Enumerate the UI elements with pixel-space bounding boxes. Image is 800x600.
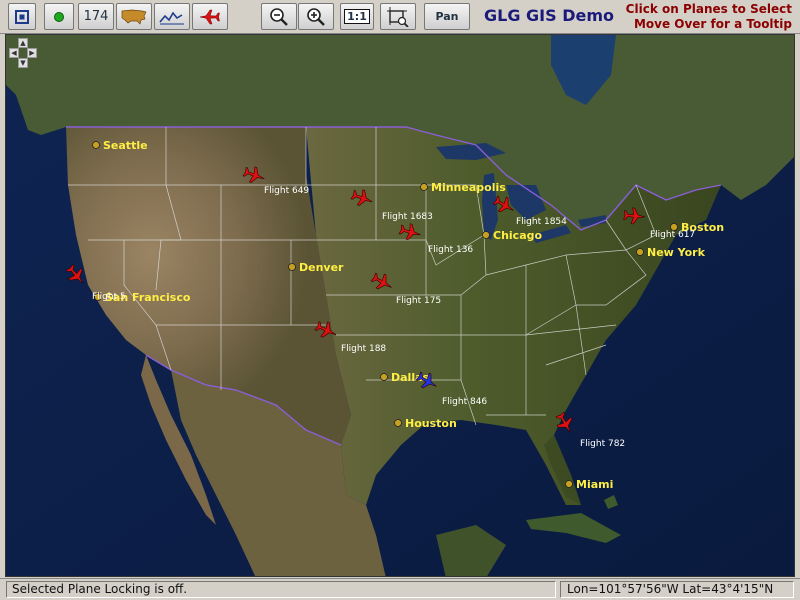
coordinate-readout: Lon=101°57'56"W Lat=43°4'15"N [560, 581, 794, 598]
hint-line-1: Click on Planes to Select [625, 2, 792, 16]
chart-icon [158, 8, 186, 26]
usa-map-icon [120, 8, 148, 26]
app-title: GLG GIS Demo [484, 6, 615, 25]
green-dot-icon [53, 11, 65, 23]
usa-map-button[interactable] [116, 3, 152, 30]
flight-label: Flight 782 [580, 439, 625, 449]
flight-label: Flight 1683 [382, 212, 433, 222]
city-dot-icon [380, 373, 388, 381]
plane-icon [198, 9, 222, 25]
frame-icon [15, 9, 29, 24]
city-dot-icon [394, 419, 402, 427]
city-label: Miami [576, 478, 613, 491]
flight-label: Flight 649 [264, 186, 309, 196]
city-dot-icon [565, 480, 573, 488]
zoom-rect-button[interactable] [380, 3, 416, 30]
zoom-in-icon [306, 7, 326, 27]
city-label: New York [647, 246, 706, 259]
pan-up-arrow[interactable]: ▲ [18, 38, 28, 48]
status-light-button[interactable] [44, 3, 74, 30]
zoom-reset-label: 1:1 [344, 9, 370, 24]
pan-button[interactable]: Pan [424, 3, 470, 30]
flight-label: Flight 617 [650, 230, 695, 240]
map-canvas[interactable]: SeattleMinneapolisChicagoBostonNew YorkD… [6, 35, 795, 577]
flight-label: Flight 1854 [516, 217, 567, 227]
pan-left-arrow[interactable]: ◀ [9, 48, 19, 58]
zoom-out-icon [269, 7, 289, 27]
frame-button[interactable] [8, 3, 36, 30]
flight-label: Flight 136 [428, 245, 473, 255]
city-dot-icon [420, 183, 428, 191]
city-label: Houston [405, 417, 457, 430]
city-label: Denver [299, 261, 344, 274]
pan-down-arrow[interactable]: ▼ [18, 58, 28, 68]
plane-button[interactable] [192, 3, 228, 30]
city-dot-icon [288, 263, 296, 271]
zoom-out-button[interactable] [261, 3, 297, 30]
city-dot-icon [92, 141, 100, 149]
status-bar: Selected Plane Locking is off. Lon=101°5… [0, 578, 800, 600]
city-label: Seattle [103, 139, 148, 152]
city-new-york: New York [636, 246, 706, 259]
city-minneapolis: Minneapolis [420, 181, 506, 194]
zoom-reset-button[interactable]: 1:1 [340, 3, 374, 30]
chart-button[interactable] [154, 3, 190, 30]
city-label: Minneapolis [431, 181, 506, 194]
status-message: Selected Plane Locking is off. [6, 581, 556, 598]
gis-demo-window: 174 1:1 Pan GLG GIS Demo Click on Planes… [0, 0, 800, 600]
hint-line-2: Move Over for a Tooltip [633, 17, 792, 31]
flight-label: Flight 188 [341, 344, 386, 354]
city-label: Dallas [391, 371, 430, 384]
pan-right-arrow[interactable]: ▶ [27, 48, 37, 58]
nav-pad: ▲ ◀ ▶ ▼ [9, 38, 37, 70]
pan-label: Pan [435, 10, 459, 23]
city-label: Chicago [493, 229, 542, 242]
flight-label: Flight 5 [92, 292, 126, 302]
toolbar: 174 1:1 Pan GLG GIS Demo Click on Planes… [0, 0, 800, 34]
city-dot-icon [482, 231, 490, 239]
map-view[interactable]: Seattle Minneapolis Chicago Boston New York D… [5, 34, 795, 577]
flight-label: Flight 175 [396, 296, 441, 306]
zoom-in-button[interactable] [298, 3, 334, 30]
plane-count-button[interactable]: 174 [78, 3, 114, 30]
plane-count: 174 [83, 9, 109, 24]
flight-label: Flight 846 [442, 397, 487, 407]
zoom-rect-icon [387, 6, 409, 27]
city-dot-icon [636, 248, 644, 256]
